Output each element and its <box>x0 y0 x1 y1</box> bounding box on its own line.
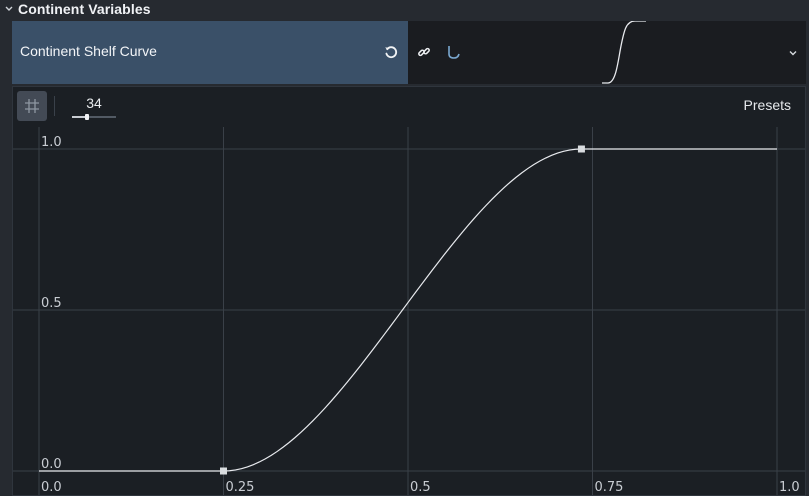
curve-preview-thumbnail <box>588 20 658 84</box>
x-tick-label-2: 0.5 <box>410 480 431 495</box>
curve-point-handle-1[interactable] <box>577 145 585 153</box>
curve-point-handle-0[interactable] <box>220 467 227 475</box>
x-tick-label-1: 0.25 <box>226 480 255 495</box>
link-icon[interactable] <box>416 44 432 60</box>
section-header[interactable]: Continent Variables <box>0 0 809 18</box>
property-name-cell: Continent Shelf Curve <box>12 21 408 84</box>
section-title: Continent Variables <box>18 1 151 17</box>
curve-editor: 34 Presets 0.0 0.25 0.5 0.75 1.0 0.0 0.5 1.0 <box>12 86 806 496</box>
property-row: Continent Shelf Curve <box>12 20 806 84</box>
property-value-cell[interactable] <box>408 20 806 84</box>
chevron-down-icon[interactable] <box>3 3 15 15</box>
curve-plot[interactable]: 0.0 0.25 0.5 0.75 1.0 0.0 0.5 1.0 <box>13 87 805 495</box>
reset-icon[interactable] <box>382 43 400 61</box>
curve-type-icon <box>446 43 464 61</box>
curve-property-panel: Continent Variables Continent Shelf Curv… <box>0 0 809 496</box>
y-tick-label-1: 0.5 <box>41 296 62 311</box>
y-tick-label-2: 1.0 <box>41 135 62 150</box>
x-tick-label-0: 0.0 <box>41 480 62 495</box>
x-tick-label-4: 1.0 <box>779 480 800 495</box>
x-tick-label-3: 0.75 <box>595 480 624 495</box>
y-tick-label-0: 0.0 <box>41 457 62 472</box>
chevron-down-icon[interactable] <box>786 46 800 60</box>
property-label: Continent Shelf Curve <box>20 43 157 59</box>
